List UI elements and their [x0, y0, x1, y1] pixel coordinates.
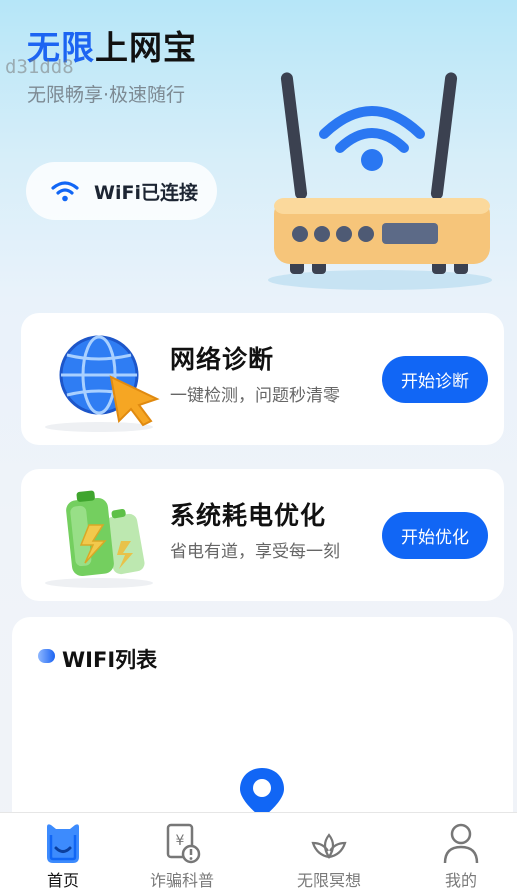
tab-home[interactable]: 首页 [8, 813, 118, 890]
section-marker-icon [38, 649, 55, 663]
app-slogan: 无限畅享·极速随行 [27, 84, 186, 106]
card-description: 省电有道，享受每一刻 [170, 542, 340, 562]
wifi-list-title: WIFI列表 [62, 648, 158, 672]
card-title: 系统耗电优化 [170, 501, 327, 530]
bottom-tab-bar: 首页 ¥ 诈骗科普 无限冥想 我的 [0, 812, 517, 890]
wifi-status-pill[interactable]: WiFi已连接 [26, 162, 217, 220]
fraud-alert-icon: ¥ [166, 823, 201, 864]
tab-label: 首页 [46, 871, 79, 890]
network-diagnosis-card: 网络诊断 一键检测，问题秒清零 开始诊断 [21, 313, 504, 445]
wifi-status-label: WiFi已连接 [94, 181, 198, 204]
card-description: 一键检测，问题秒清零 [170, 386, 340, 406]
tab-profile[interactable]: 我的 [406, 813, 516, 890]
user-icon [443, 823, 479, 864]
tab-label: 诈骗科普 [149, 871, 214, 890]
globe-cursor-icon [45, 335, 160, 432]
tab-meditation[interactable]: 无限冥想 [274, 813, 384, 890]
tab-label: 我的 [444, 871, 477, 890]
router-illustration [268, 72, 492, 290]
watermark-text: d31dd8 [5, 56, 74, 78]
router-signal-icon [319, 106, 425, 171]
lotus-icon [311, 833, 347, 859]
location-pin-icon[interactable] [238, 766, 286, 818]
start-diagnosis-button[interactable]: 开始诊断 [382, 356, 488, 403]
card-title: 网络诊断 [170, 345, 275, 374]
power-optimization-card: 系统耗电优化 省电有道，享受每一刻 开始优化 [21, 469, 504, 601]
battery-icon [45, 490, 153, 588]
wifi-icon [51, 181, 79, 202]
start-optimization-button[interactable]: 开始优化 [382, 512, 488, 559]
tab-fraud-education[interactable]: ¥ 诈骗科普 [127, 813, 237, 890]
svg-text:¥: ¥ [176, 833, 185, 849]
home-cat-icon [47, 824, 79, 863]
tab-label: 无限冥想 [296, 871, 361, 890]
